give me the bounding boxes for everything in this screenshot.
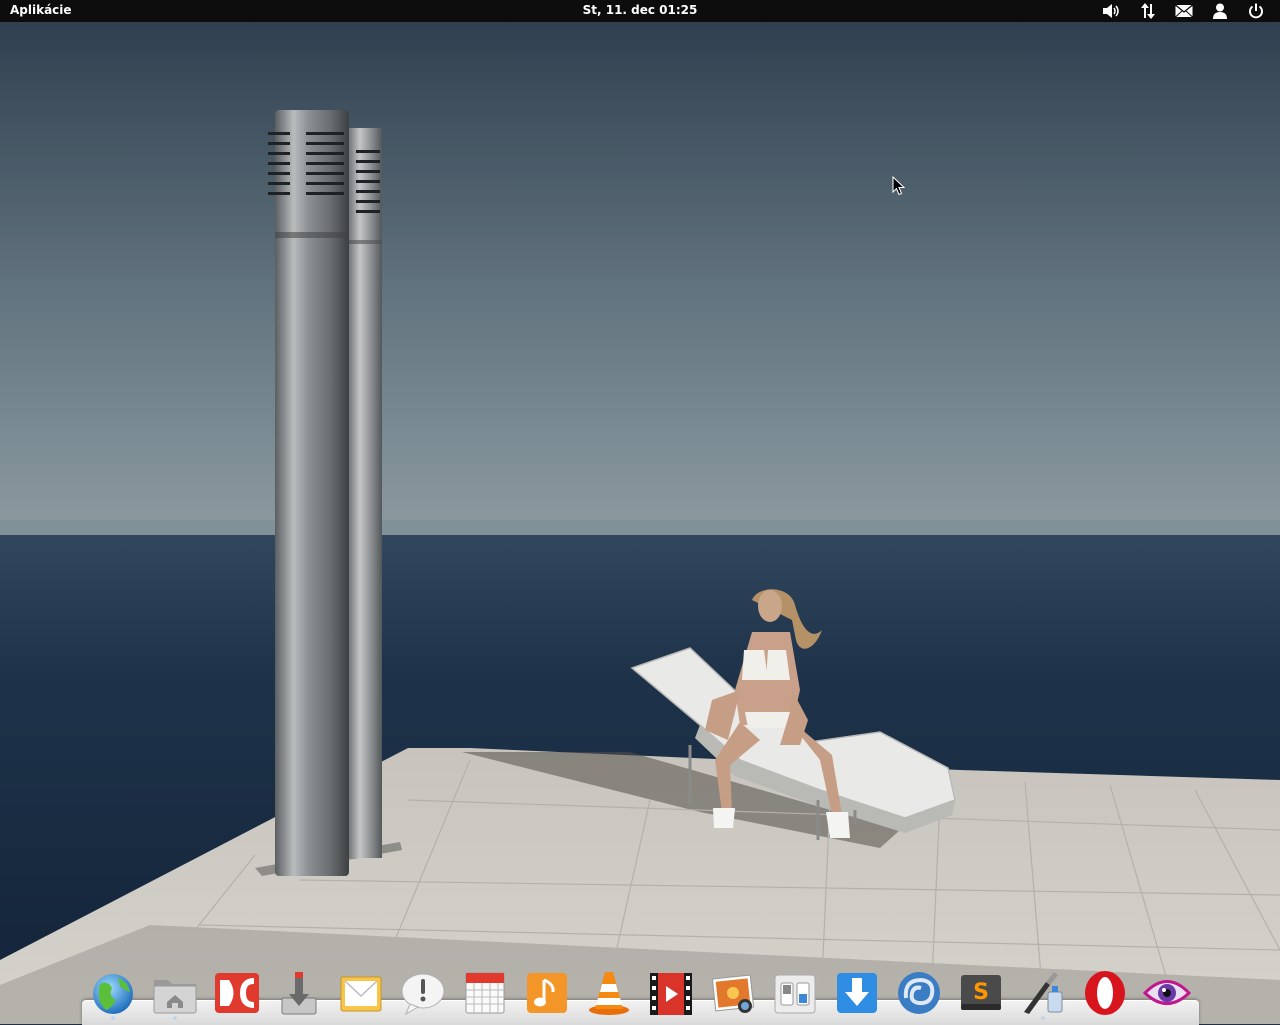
dock-item-system-settings[interactable] (770, 968, 820, 1020)
desktop-wallpaper (0, 0, 1280, 1024)
dock-item-double-commander[interactable] (212, 968, 262, 1020)
dock-item-software-installer[interactable] (274, 968, 324, 1020)
dock-item-downloader[interactable] (832, 968, 882, 1020)
clock[interactable]: St, 11. dec 01:25 (583, 3, 698, 17)
film-icon (650, 973, 692, 1015)
dock-item-vlc[interactable] (584, 968, 634, 1020)
envelope-icon (1175, 4, 1193, 18)
top-panel: Aplikácie St, 11. dec 01:25 (0, 0, 1280, 22)
speaker-icon (1103, 4, 1119, 18)
running-indicator (1040, 1016, 1046, 1020)
dock-item-web-browser[interactable] (88, 968, 138, 1020)
dock-item-opera[interactable] (1080, 968, 1130, 1020)
exclamation-bubble-icon (401, 973, 445, 1016)
dock-item-thunderbird[interactable] (894, 968, 944, 1020)
session-indicator[interactable] (1238, 0, 1274, 22)
user-icon (1213, 3, 1227, 19)
home-folder-icon (153, 980, 197, 1014)
user-indicator[interactable] (1202, 0, 1238, 22)
traffic-cone-icon (589, 972, 629, 1015)
dock-item-paint[interactable] (1018, 968, 1068, 1020)
network-indicator[interactable] (1130, 0, 1166, 22)
power-icon (1249, 3, 1263, 19)
running-indicator (110, 1016, 116, 1020)
mouse-pointer-icon (892, 176, 906, 196)
sublime-icon: S (961, 975, 1001, 1010)
toggle-switches-icon (774, 974, 816, 1014)
globe-icon (93, 974, 133, 1014)
dock-item-video[interactable] (646, 968, 696, 1020)
messages-indicator[interactable] (1166, 0, 1202, 22)
sound-indicator[interactable] (1094, 0, 1130, 22)
dock-item-calendar[interactable] (460, 968, 510, 1020)
eye-icon (1142, 980, 1192, 1005)
network-arrows-icon (1141, 3, 1155, 19)
applications-menu[interactable]: Aplikácie (10, 3, 72, 17)
dc-icon (215, 973, 259, 1013)
dock-item-notifications[interactable] (398, 968, 448, 1020)
svg-text:S: S (973, 980, 989, 1005)
download-arrow-icon (837, 973, 877, 1013)
dock-item-sublime-text[interactable]: S (956, 968, 1006, 1020)
mail-icon (340, 976, 382, 1012)
brush-icon (1024, 972, 1063, 1014)
swirl-icon (898, 972, 940, 1014)
running-indicator (172, 1016, 178, 1020)
calendar-icon (465, 972, 505, 1014)
photo-icon (711, 974, 755, 1013)
clock-container: St, 11. dec 01:25 (0, 3, 1280, 17)
dock-item-files[interactable] (150, 968, 200, 1020)
music-note-icon (527, 973, 567, 1013)
dock-item-mail[interactable] (336, 968, 386, 1020)
dock-item-photos[interactable] (708, 968, 758, 1020)
dock-item-eye-of-gnome[interactable] (1142, 968, 1192, 1020)
opera-icon (1085, 971, 1125, 1015)
indicator-area (1094, 0, 1274, 22)
dock-item-music[interactable] (522, 968, 572, 1020)
install-icon (281, 972, 317, 1015)
